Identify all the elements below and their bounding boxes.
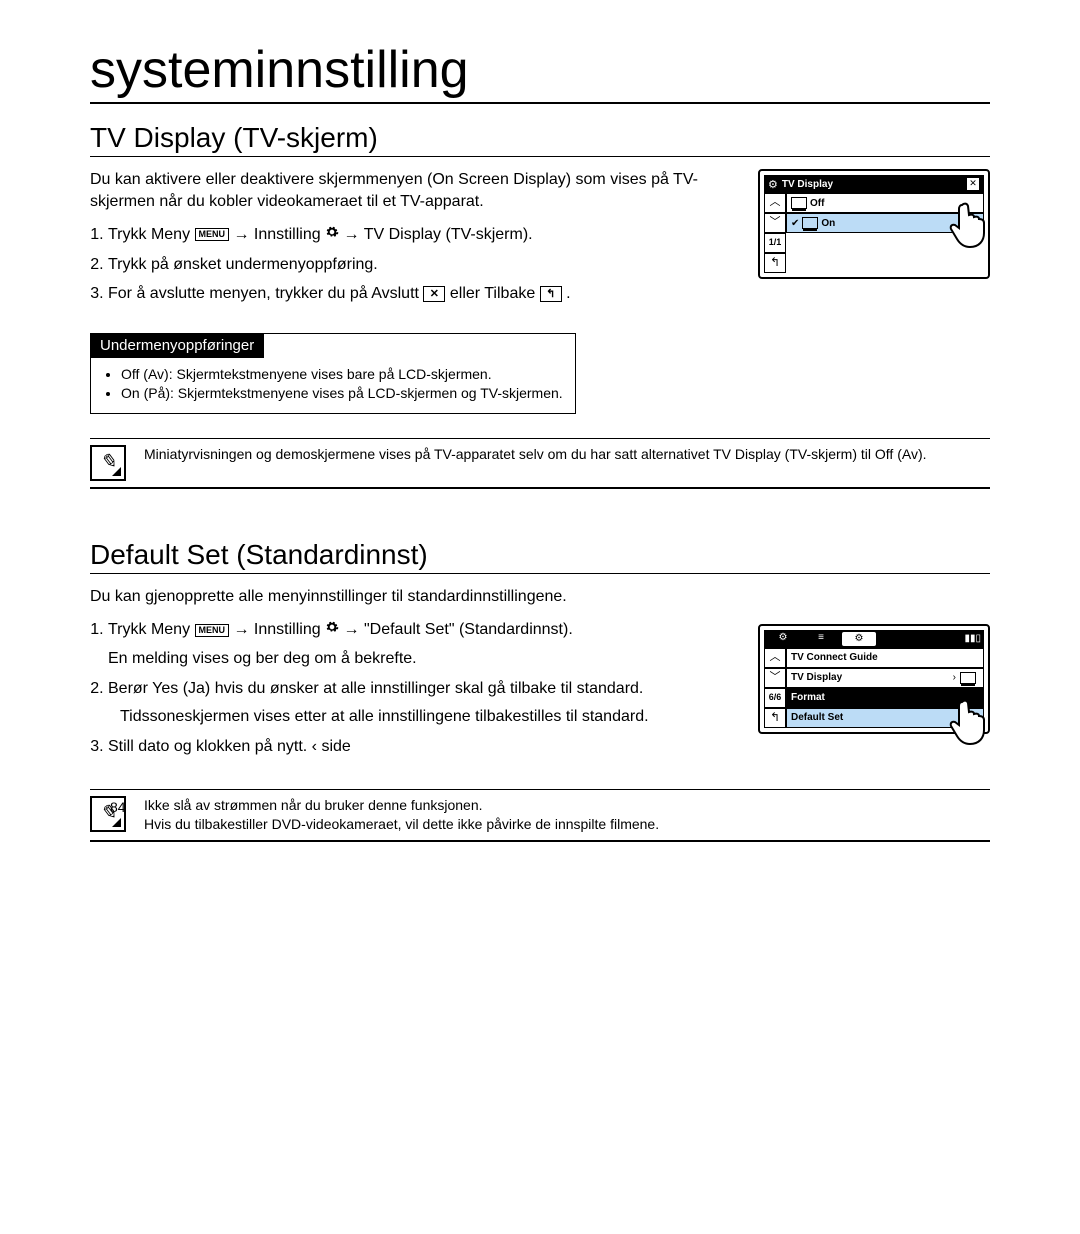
scroll-down-icon: ﹀: [764, 668, 786, 688]
hand-pointer-icon: [948, 199, 994, 251]
section-default-set-title: Default Set (Standardinnst): [90, 539, 990, 574]
screen2-row2: TV Display ›: [786, 668, 984, 688]
gear-icon: [325, 222, 339, 248]
page-title: systeminnstilling: [90, 40, 990, 104]
note-icon: ✎: [90, 445, 126, 481]
tv-icon: [960, 672, 976, 684]
section1-steps: Trykk Meny MENU → Innstilling → TV Displ…: [90, 222, 668, 307]
section1-note-text: Miniatyrvisningen og demoskjermene vises…: [144, 445, 927, 464]
screen1-counter: 1/1: [764, 233, 786, 253]
note-icon: ✎: [90, 796, 126, 832]
submenu-on: On (På): Skjermtekstmenyene vises på LCD…: [121, 384, 563, 403]
battery-icon: ▮▮▯: [964, 633, 981, 644]
section1-step1: Trykk Meny MENU → Innstilling → TV Displ…: [108, 222, 668, 248]
screen2-tabbar: ⚙ ≡ ⚙ ▮▮▯: [764, 630, 984, 648]
check-tv-icon: ✔: [791, 218, 799, 229]
screen2-row1: TV Connect Guide: [786, 648, 984, 668]
section2-note: ✎ Ikke slå av strømmen når du bruker den…: [90, 789, 990, 842]
gear-icon: ⚙: [768, 178, 778, 191]
close-icon: ✕: [966, 177, 980, 191]
back-icon: ↰: [540, 286, 562, 302]
scroll-up-icon: ︿: [764, 648, 786, 668]
section-tv-display-title: TV Display (TV-skjerm): [90, 122, 990, 157]
section1-intro: Du kan aktivere eller deaktivere skjermm…: [90, 169, 710, 212]
tv-icon: [802, 217, 818, 229]
tv-icon: [791, 197, 807, 209]
gear-icon: ⚙: [842, 632, 876, 646]
section2-step2: Berør Yes (Ja) hvis du ønsker at alle in…: [108, 676, 678, 730]
section2-step3: Still dato og klokken på nytt. ‹ side: [108, 734, 678, 760]
screen1-title: TV Display: [782, 179, 966, 190]
section1-note: ✎ Miniatyrvisningen og demoskjermene vis…: [90, 438, 990, 489]
tv-display-screen-mock: ⚙ TV Display ✕ ︿ Off ﹀ ✔ On 1/1 ↰: [758, 169, 990, 279]
scroll-up-icon: ︿: [764, 193, 786, 213]
gear-icon: ⚙: [766, 632, 800, 646]
section1-step2: Trykk på ønsket undermenyoppføring.: [108, 252, 668, 278]
default-set-screen-mock: ⚙ ≡ ⚙ ▮▮▯ ︿ TV Connect Guide ﹀ TV Displa…: [758, 624, 990, 734]
submenu-header: Undermenyoppføringer: [90, 333, 264, 358]
section1-step3: For å avslutte menyen, trykker du på Avs…: [108, 281, 668, 307]
back-icon: ↰: [764, 708, 786, 728]
menu-icon: MENU: [195, 624, 230, 637]
hand-pointer-icon: [948, 696, 994, 748]
gear-icon: [325, 617, 339, 643]
section2-note-text: Ikke slå av strømmen når du bruker denne…: [144, 796, 659, 834]
list-icon: ≡: [804, 632, 838, 646]
section2-intro: Du kan gjenopprette alle menyinnstilling…: [90, 586, 990, 608]
close-icon: ✕: [423, 286, 445, 302]
menu-icon: MENU: [195, 228, 230, 241]
back-icon: ↰: [764, 253, 786, 273]
section2-steps: Trykk Meny MENU → Innstilling → "Default…: [90, 617, 678, 759]
screen2-counter: 6/6: [764, 688, 786, 708]
submenu-off: Off (Av): Skjermtekstmenyene vises bare …: [121, 365, 563, 384]
section2-step1: Trykk Meny MENU → Innstilling → "Default…: [108, 617, 678, 671]
submenu-box: Undermenyoppføringer Off (Av): Skjermtek…: [90, 333, 576, 414]
chevron-right-icon: ›: [953, 672, 956, 683]
scroll-down-icon: ﹀: [764, 213, 786, 233]
